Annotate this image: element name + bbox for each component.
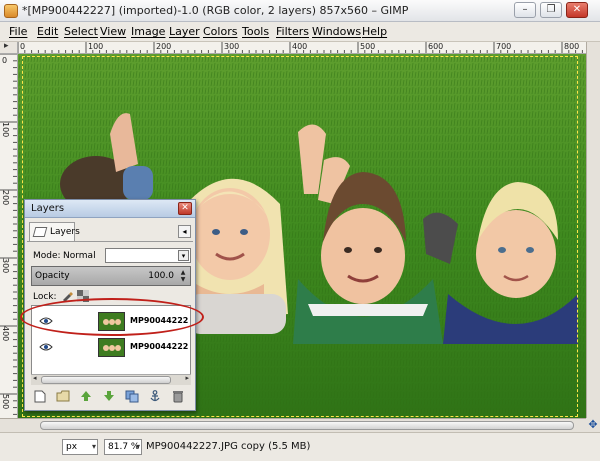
ruler-label: 100	[88, 42, 104, 51]
opacity-slider[interactable]: Opacity 100.0 ▲ ▼	[31, 266, 191, 286]
vertical-scrollbar[interactable]	[586, 42, 600, 418]
scrollbar-thumb[interactable]	[40, 421, 574, 430]
menu-select[interactable]: Select	[64, 25, 98, 38]
menu-filters[interactable]: Filters	[276, 25, 309, 38]
close-button[interactable]: ✕	[566, 2, 588, 18]
new-layer-icon[interactable]	[33, 390, 47, 404]
chevron-down-icon: ▾	[135, 442, 140, 451]
ruler-label: 300	[1, 258, 10, 274]
menu-image[interactable]: Image	[131, 25, 165, 38]
menu-view[interactable]: View	[100, 25, 126, 38]
tab-label: Layers	[50, 227, 80, 237]
window-title: *[MP900442227] (imported)-1.0 (RGB color…	[22, 4, 409, 17]
layers-toolbar	[29, 389, 193, 407]
arrow-icon: ▸	[4, 41, 9, 51]
opacity-value: 100.0	[148, 271, 174, 281]
mode-label: Mode:	[33, 251, 61, 261]
ruler-label: 100	[1, 122, 10, 138]
menu-layer[interactable]: Layer	[169, 25, 200, 38]
eye-icon[interactable]	[39, 342, 53, 352]
lock-pixels-icon[interactable]	[61, 290, 73, 302]
window-titlebar: *[MP900442227] (imported)-1.0 (RGB color…	[0, 0, 600, 22]
delete-layer-icon[interactable]	[171, 390, 185, 404]
ruler-label: 0	[2, 56, 8, 65]
minimize-button[interactable]: –	[514, 2, 536, 18]
zoom-value: 81.7 %	[108, 442, 140, 452]
ruler-label: 800	[564, 42, 580, 51]
chevron-down-icon: ▾	[91, 442, 96, 451]
ruler-ticks	[0, 54, 17, 415]
ruler-label: 500	[360, 42, 376, 51]
layer-row[interactable]: MP900442227.	[32, 336, 190, 360]
menubar: File Edit Select View Image Layer Colors…	[0, 22, 600, 42]
scroll-left-icon[interactable]: ◂	[33, 374, 37, 382]
ruler-label: 300	[224, 42, 240, 51]
statusbar: px ▾ 81.7 % ▾ MP900442227.JPG copy (5.5 MB…	[0, 432, 600, 461]
menu-edit[interactable]: Edit	[37, 25, 58, 38]
quick-mask-toggle[interactable]: ▸	[0, 41, 18, 54]
horizontal-scrollbar[interactable]	[0, 418, 586, 432]
tab-menu-button[interactable]: ◂	[178, 225, 191, 238]
lock-alpha-icon[interactable]	[77, 290, 89, 302]
layer-name: MP900442227.	[130, 342, 188, 351]
zoom-select[interactable]: 81.7 % ▾	[104, 439, 142, 455]
tab-divider	[27, 241, 193, 242]
mode-value: Normal	[63, 251, 96, 261]
status-message: MP900442227.JPG copy (5.5 MB)	[146, 441, 311, 452]
new-layer-group-icon[interactable]	[56, 390, 70, 404]
layers-dialog-titlebar[interactable]: Layers ✕	[25, 200, 195, 218]
mode-select[interactable]: ▾	[105, 248, 191, 263]
layer-row[interactable]: MP900442227.	[32, 310, 190, 334]
restore-button[interactable]: ❐	[540, 2, 562, 18]
lower-layer-icon[interactable]	[102, 390, 116, 404]
layers-list: MP900442227. MP900442227.	[31, 305, 191, 385]
horizontal-ruler[interactable]: 0 100 200 300 400 500 600 700 800	[18, 42, 586, 54]
menu-windows[interactable]: Windows	[312, 25, 361, 38]
layers-dialog: Layers ✕ Layers ◂ Mode: Normal ▾ Opacity…	[24, 199, 196, 411]
eye-icon[interactable]	[39, 316, 53, 326]
unit-value: px	[66, 442, 78, 452]
duplicate-layer-icon[interactable]	[125, 390, 139, 404]
menu-help[interactable]: Help	[362, 25, 387, 38]
navigate-icon[interactable]: ✥	[586, 418, 600, 432]
ruler-label: 200	[1, 190, 10, 206]
ruler-label: 600	[428, 42, 444, 51]
ruler-label: 700	[496, 42, 512, 51]
scrollbar-thumb[interactable]	[41, 376, 171, 384]
ruler-label: 500	[1, 394, 10, 410]
layer-name: MP900442227.	[130, 316, 188, 325]
ruler-label: 200	[156, 42, 172, 51]
layers-dialog-close-button[interactable]: ✕	[178, 202, 192, 215]
menu-tools[interactable]: Tools	[242, 25, 269, 38]
layer-thumbnail	[98, 312, 125, 331]
unit-select[interactable]: px ▾	[62, 439, 98, 455]
chevron-down-icon: ▾	[178, 250, 189, 261]
menu-file[interactable]: File	[9, 25, 27, 38]
layers-list-scrollbar[interactable]: ◂ ▸	[31, 374, 191, 385]
scroll-right-icon[interactable]: ▸	[185, 374, 189, 382]
raise-layer-icon[interactable]	[79, 390, 93, 404]
lock-label: Lock:	[33, 292, 57, 302]
spin-arrows-icon[interactable]: ▲ ▼	[178, 269, 188, 283]
anchor-layer-icon[interactable]	[148, 390, 162, 404]
opacity-label: Opacity	[35, 271, 70, 281]
tab-layers[interactable]: Layers	[29, 222, 80, 242]
gimp-app-icon	[4, 4, 18, 18]
menu-colors[interactable]: Colors	[203, 25, 237, 38]
vertical-ruler[interactable]: 0 100 200 300 400 500	[0, 54, 18, 418]
layer-thumbnail	[98, 338, 125, 357]
layers-dialog-title: Layers	[31, 203, 65, 214]
layers-icon	[32, 227, 48, 237]
ruler-label: 400	[1, 326, 10, 342]
ruler-label: 400	[292, 42, 308, 51]
ruler-label: 0	[20, 42, 26, 51]
